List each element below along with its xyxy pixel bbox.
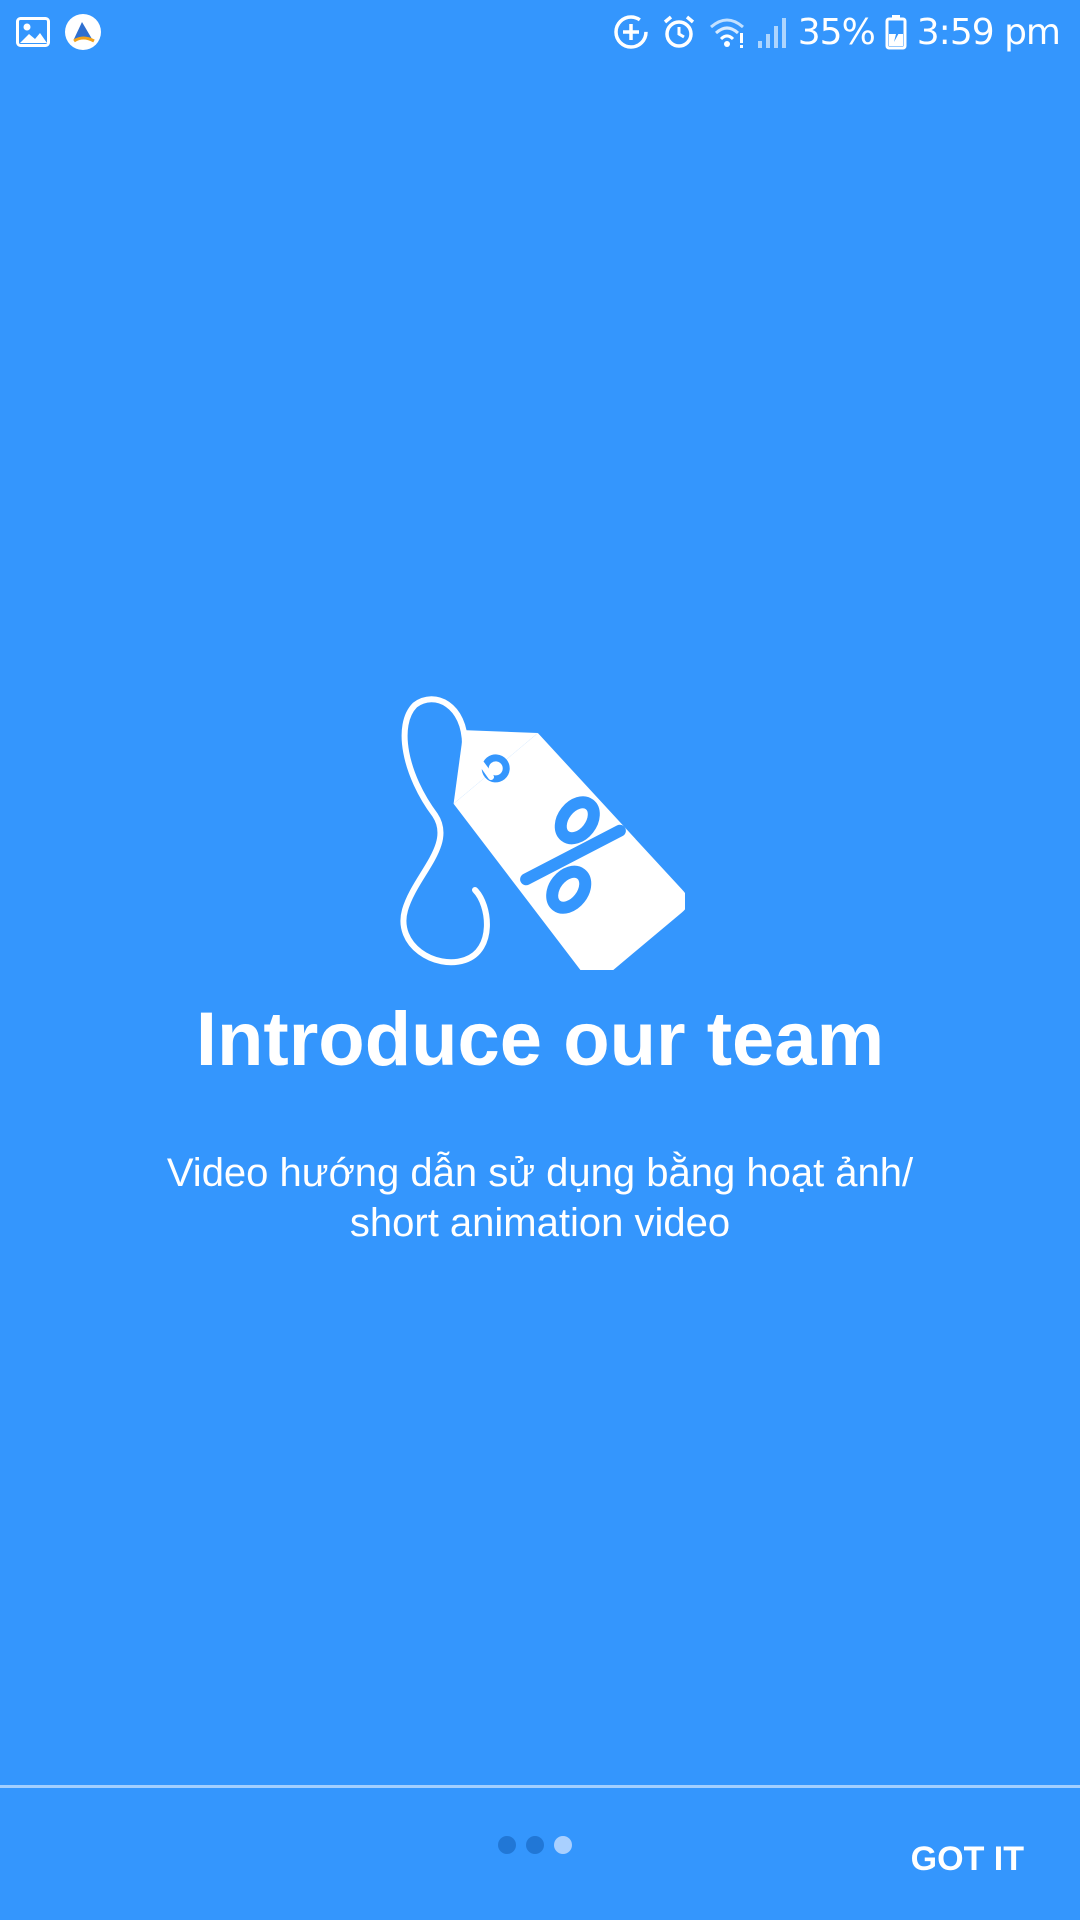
status-left bbox=[16, 12, 102, 52]
intro-subtitle-line2: short animation video bbox=[349, 1201, 731, 1245]
intro-subtitle: Video hướng dẫn sử dụng bằng hoạt ảnh/ s… bbox=[90, 1148, 990, 1248]
battery-charging-icon bbox=[885, 14, 907, 50]
status-bar: 35% 3:59 pm bbox=[0, 0, 1080, 64]
intro-subtitle-line1: Video hướng dẫn sử dụng bằng hoạt ảnh/ bbox=[166, 1151, 914, 1195]
signal-icon bbox=[756, 15, 788, 49]
status-right: 35% 3:59 pm bbox=[612, 8, 1061, 56]
gallery-icon bbox=[16, 17, 50, 47]
alarm-icon bbox=[660, 13, 698, 51]
battery-percent: 35% bbox=[797, 11, 876, 53]
page-dot-1[interactable] bbox=[498, 1836, 516, 1854]
page-indicator bbox=[498, 1836, 572, 1854]
intro-title: Introduce our team bbox=[195, 997, 885, 1082]
got-it-button[interactable]: GOT IT bbox=[899, 1832, 1036, 1886]
data-saver-icon bbox=[612, 13, 650, 51]
page-dot-3-active[interactable] bbox=[554, 1836, 572, 1854]
discount-tag-icon bbox=[395, 685, 689, 982]
app-logo-icon bbox=[64, 13, 102, 51]
status-time: 3:59 pm bbox=[916, 11, 1061, 53]
footer-divider bbox=[0, 1785, 1080, 1788]
wifi-icon bbox=[708, 15, 746, 49]
page-dot-2[interactable] bbox=[526, 1836, 544, 1854]
